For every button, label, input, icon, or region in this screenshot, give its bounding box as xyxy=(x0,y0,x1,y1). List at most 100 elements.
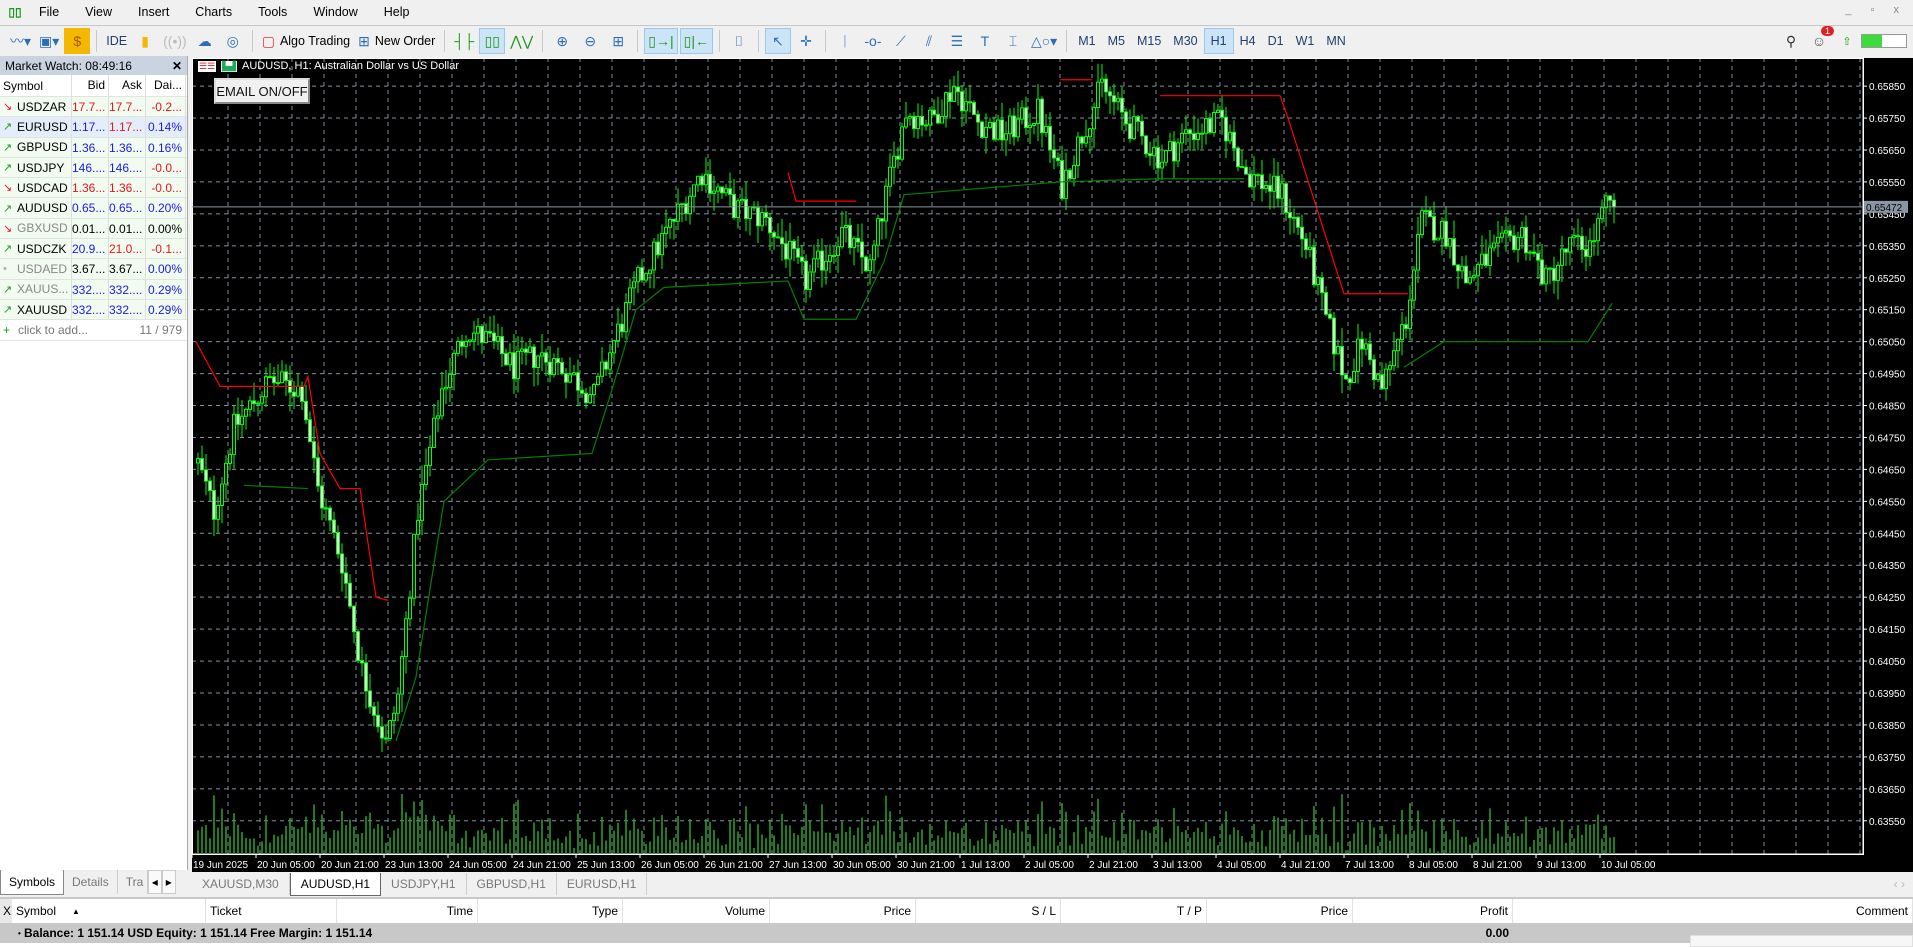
menu-charts[interactable]: Charts xyxy=(182,5,245,19)
chart-template-dropdown-icon[interactable]: ▣▾ xyxy=(36,28,62,54)
tab-scroll-left-icon[interactable]: ◂ xyxy=(147,870,162,894)
market-watch-row[interactable]: ↘ USDCAD 1.36... 1.36... -0.0... xyxy=(0,178,187,199)
market-watch-row[interactable]: ↘ USDZAR 17.7... 17.7... -0.2... xyxy=(0,97,187,118)
text-icon[interactable]: T xyxy=(972,28,998,54)
tile-windows-icon[interactable]: ⊞ xyxy=(605,28,631,54)
menu-insert[interactable]: Insert xyxy=(125,5,182,19)
horizontal-line-icon[interactable]: -o- xyxy=(860,28,886,54)
col-time[interactable]: Time xyxy=(337,899,478,923)
bar-chart-icon[interactable]: ┤├ xyxy=(451,28,477,54)
market-watch-row[interactable]: ↗ XAUUSD 332.... 332.... 0.29% xyxy=(0,299,187,321)
algo-trading-button[interactable]: ▢ Algo Trading xyxy=(259,28,353,54)
timeframe-m5[interactable]: M5 xyxy=(1102,28,1131,54)
tabs-scroll-icon[interactable]: ‹ › xyxy=(1894,877,1913,891)
timeframe-w1[interactable]: W1 xyxy=(1290,28,1321,54)
chart-tab-audusd-h1[interactable]: AUDUSD,H1 xyxy=(289,872,382,896)
col-sl[interactable]: S / L xyxy=(916,899,1061,923)
col-ticket[interactable]: Ticket xyxy=(206,899,337,923)
menu-window[interactable]: Window xyxy=(300,5,370,19)
window-controls[interactable]: _ ▫ x xyxy=(1845,4,1907,16)
col-volume[interactable]: Volume xyxy=(623,899,770,923)
candlestick-chart-icon[interactable]: ▯▯ xyxy=(479,28,506,54)
price-chart[interactable]: 0.658500.657500.656500.655500.654500.653… xyxy=(191,58,1913,872)
tab-trading[interactable]: Tra xyxy=(118,870,148,894)
notification-popup[interactable] xyxy=(1690,935,1913,947)
timeframe-h1[interactable]: H1 xyxy=(1203,28,1234,54)
search-icon[interactable]: ⚲ xyxy=(1778,28,1804,54)
zoom-out-icon[interactable]: ⊖ xyxy=(577,28,603,54)
timeframe-h4[interactable]: H4 xyxy=(1234,28,1262,54)
rectangle-icon[interactable]: ⌶ xyxy=(1000,28,1026,54)
col-current-price[interactable]: Price xyxy=(1207,899,1353,923)
signals-icon[interactable]: ((•)) xyxy=(160,28,190,54)
line-chart-icon[interactable]: ⋀⋁ xyxy=(507,28,536,54)
market-watch-row[interactable]: • USDAED 3.67... 3.67... 0.00% xyxy=(0,259,187,280)
symbol-name: XAUUS... xyxy=(17,282,69,297)
col-tp[interactable]: T / P xyxy=(1061,899,1207,923)
trade-panel-icon[interactable]: ☰☰ xyxy=(198,60,217,72)
equidistant-channel-icon[interactable]: ⫽ xyxy=(916,28,942,54)
candle-body xyxy=(380,726,384,739)
signal-strength-icon[interactable]: ⇧ xyxy=(1834,28,1860,54)
timeframe-m30[interactable]: M30 xyxy=(1167,28,1203,54)
chart-tab-usdjpy-h1[interactable]: USDJPY,H1 xyxy=(381,873,467,895)
candle-body xyxy=(1172,141,1176,162)
column-ask[interactable]: Ask xyxy=(109,75,146,96)
market-watch-row[interactable]: ↗ GBPUSD 1.36... 1.36... 0.16% xyxy=(0,137,187,158)
market-watch-row[interactable]: ↘ GBXUSD 0.01... 0.01... 0.00% xyxy=(0,218,187,240)
column-symbol[interactable]: Symbol xyxy=(0,75,72,96)
cursor-icon[interactable]: ↖ xyxy=(764,28,791,54)
email-toggle-button[interactable]: EMAIL ON/OFF xyxy=(214,78,310,104)
expert-icon[interactable]: ▙▟ xyxy=(221,60,237,72)
fibonacci-icon[interactable]: ☰ xyxy=(944,28,970,54)
ide-button[interactable]: IDE xyxy=(103,28,130,54)
close-icon[interactable]: ✕ xyxy=(172,59,182,73)
tab-details[interactable]: Details xyxy=(64,870,118,894)
timeframe-m15[interactable]: M15 xyxy=(1131,28,1167,54)
chart-tab-gbpusd-h1[interactable]: GBPUSD,H1 xyxy=(467,873,557,895)
click-to-add[interactable]: click to add... xyxy=(14,323,140,337)
col-symbol[interactable]: Symbol ▲ xyxy=(12,899,206,923)
vertical-line-icon[interactable]: ᛁ xyxy=(832,28,858,54)
notifications-icon[interactable]: ☺ 1 xyxy=(1806,26,1834,54)
shapes-dropdown-icon[interactable]: △○▾ xyxy=(1028,28,1060,54)
menu-view[interactable]: View xyxy=(72,5,125,19)
col-profit[interactable]: Profit xyxy=(1353,899,1513,923)
market-watch-row[interactable]: ↗ XAUUS... 332.... 332.... 0.29% xyxy=(0,279,187,300)
menu-help[interactable]: Help xyxy=(371,5,423,19)
add-symbol-row[interactable]: + click to add... 11 / 979 xyxy=(0,320,187,341)
tab-scroll-right-icon[interactable]: ▸ xyxy=(161,870,176,894)
new-order-button[interactable]: ⊞ New Order xyxy=(355,28,438,54)
chart-shift-icon[interactable]: ▯|← xyxy=(679,28,713,54)
col-type[interactable]: Type xyxy=(478,899,623,923)
column-bid[interactable]: Bid xyxy=(72,75,109,96)
market-watch-row[interactable]: ↗ EURUSD 1.17... 1.17... 0.14% xyxy=(0,117,187,138)
toolbox-close-button[interactable]: X xyxy=(0,899,12,923)
menu-tools[interactable]: Tools xyxy=(245,5,300,19)
timeframe-m1[interactable]: M1 xyxy=(1072,28,1101,54)
market-watch-row[interactable]: ↗ USDCZK 20.9... 21.0... -0.1... xyxy=(0,239,187,260)
crosshair-icon[interactable]: ✛ xyxy=(793,28,819,54)
col-comment[interactable]: Comment xyxy=(1513,899,1913,923)
autoscroll-icon[interactable]: ▯→| xyxy=(644,28,678,54)
cloud-icon[interactable]: ☁ xyxy=(192,28,218,54)
timeframe-mn[interactable]: MN xyxy=(1320,28,1351,54)
tab-symbols[interactable]: Symbols xyxy=(0,870,65,895)
chart-tab-eurusd-h1[interactable]: EURUSD,H1 xyxy=(557,873,648,895)
trendline-icon[interactable]: ⟋ xyxy=(888,28,914,54)
column-daily-change[interactable]: Dai... xyxy=(146,75,186,96)
screenshot-icon[interactable]: ⌷ xyxy=(726,28,752,54)
zoom-in-icon[interactable]: ⊕ xyxy=(549,28,575,54)
balance-row[interactable]: • Balance: 1 151.14 USD Equity: 1 151.14… xyxy=(0,923,1913,943)
col-price[interactable]: Price xyxy=(770,899,916,923)
menu-file[interactable]: File xyxy=(26,5,72,19)
chart-tab-xauusd-m30[interactable]: XAUUSD,M30 xyxy=(192,873,290,895)
market-watch-row[interactable]: ↗ USDJPY 146.... 146.... -0.0... xyxy=(0,157,187,179)
chart-window[interactable]: 0.65850 0.65750 0.65650 0.65550 0.65450 0.653… xyxy=(191,58,1913,872)
timeframe-d1[interactable]: D1 xyxy=(1262,28,1290,54)
indicators-dropdown-icon[interactable]: 〰▾ xyxy=(7,28,34,54)
market-icon[interactable]: $ xyxy=(64,28,91,54)
vps-icon[interactable]: ◎ xyxy=(220,28,246,54)
shop-icon[interactable]: ▮ xyxy=(132,28,158,54)
market-watch-row[interactable]: ↗ AUDUSD 0.65... 0.65... 0.20% xyxy=(0,198,187,219)
